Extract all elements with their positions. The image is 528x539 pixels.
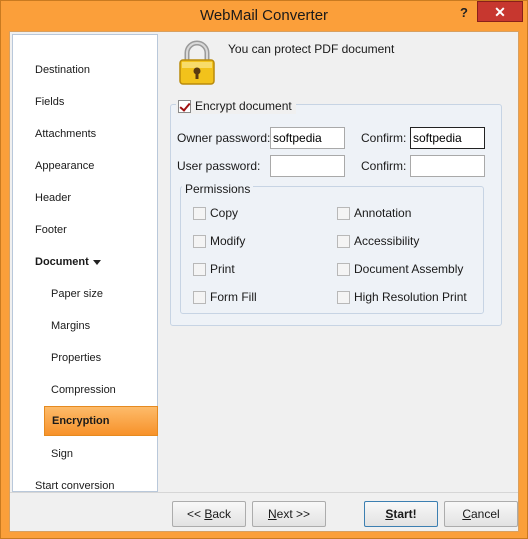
checkbox-icon bbox=[337, 206, 350, 220]
user-confirm-label: Confirm: bbox=[361, 159, 407, 173]
encrypt-document-checkbox[interactable]: Encrypt document bbox=[176, 98, 296, 114]
start-button[interactable]: Start! bbox=[364, 501, 438, 527]
start-button-label: tart! bbox=[393, 507, 417, 521]
user-confirm-input[interactable] bbox=[410, 155, 485, 177]
checkbox-icon bbox=[193, 234, 206, 248]
cancel-button-label: ancel bbox=[470, 507, 500, 521]
help-button[interactable]: ? bbox=[455, 3, 473, 23]
permissions-title: Permissions bbox=[182, 182, 254, 196]
permission-label: Annotation bbox=[354, 206, 412, 220]
permission-form-fill[interactable]: Form Fill bbox=[193, 290, 257, 304]
permission-label: Document Assembly bbox=[354, 262, 464, 276]
sidebar-item-margins[interactable]: Margins bbox=[51, 315, 90, 337]
lock-icon bbox=[179, 40, 215, 85]
sidebar-item-encryption[interactable]: Encryption bbox=[44, 406, 158, 436]
chevron-down-icon bbox=[92, 259, 101, 265]
back-button-label: ack bbox=[212, 507, 232, 521]
header-text: You can protect PDF document bbox=[228, 42, 395, 56]
app-window: WebMail Converter ? ✕ Destination Fields… bbox=[0, 0, 528, 539]
sidebar-item-document-label: Document bbox=[35, 256, 89, 268]
next-button-label: ext >> bbox=[276, 507, 311, 521]
sidebar-item-attachments[interactable]: Attachments bbox=[35, 123, 96, 145]
checkbox-icon bbox=[193, 206, 206, 220]
back-button-prefix: << bbox=[186, 507, 205, 521]
checkbox-icon bbox=[193, 262, 206, 276]
sidebar-item-footer[interactable]: Footer bbox=[35, 219, 67, 241]
back-button[interactable]: << Back bbox=[172, 501, 246, 527]
next-button[interactable]: Next >> bbox=[252, 501, 326, 527]
permission-high-resolution-print[interactable]: High Resolution Print bbox=[337, 290, 467, 304]
owner-confirm-input[interactable] bbox=[410, 127, 485, 149]
sidebar: Destination Fields Attachments Appearanc… bbox=[12, 34, 158, 492]
client-area: Destination Fields Attachments Appearanc… bbox=[9, 31, 519, 532]
permission-accessibility[interactable]: Accessibility bbox=[337, 234, 419, 248]
next-button-accelerator: N bbox=[267, 507, 277, 521]
permission-label: Copy bbox=[210, 206, 239, 220]
sidebar-item-fields[interactable]: Fields bbox=[35, 91, 64, 113]
cancel-button-accelerator: C bbox=[462, 507, 471, 521]
permission-label: Modify bbox=[210, 234, 246, 248]
permission-document-assembly[interactable]: Document Assembly bbox=[337, 262, 463, 276]
sidebar-item-paper-size[interactable]: Paper size bbox=[51, 283, 103, 305]
encrypt-document-label: Encrypt document bbox=[195, 99, 292, 113]
user-password-input[interactable] bbox=[270, 155, 345, 177]
checkbox-icon bbox=[193, 290, 206, 304]
checkbox-icon bbox=[337, 234, 350, 248]
permission-label: Print bbox=[210, 262, 235, 276]
permission-annotation[interactable]: Annotation bbox=[337, 206, 411, 220]
owner-password-input[interactable] bbox=[270, 127, 345, 149]
checkbox-icon bbox=[337, 262, 350, 276]
title-bar[interactable]: WebMail Converter ? ✕ bbox=[1, 1, 527, 31]
permission-label: Form Fill bbox=[210, 290, 257, 304]
user-password-label: User password: bbox=[177, 159, 261, 173]
sidebar-item-sign[interactable]: Sign bbox=[51, 443, 73, 465]
sidebar-item-destination[interactable]: Destination bbox=[35, 59, 90, 81]
checkbox-checked-icon bbox=[178, 99, 191, 113]
permission-print[interactable]: Print bbox=[193, 262, 235, 276]
owner-password-label: Owner password: bbox=[177, 131, 271, 145]
permission-modify[interactable]: Modify bbox=[193, 234, 245, 248]
permission-copy[interactable]: Copy bbox=[193, 206, 238, 220]
sidebar-item-properties[interactable]: Properties bbox=[51, 347, 101, 369]
permission-label: High Resolution Print bbox=[354, 290, 467, 304]
cancel-button[interactable]: Cancel bbox=[444, 501, 518, 527]
sidebar-item-appearance[interactable]: Appearance bbox=[35, 155, 94, 177]
close-button[interactable]: ✕ bbox=[477, 1, 523, 22]
content-panel: You can protect PDF document Encrypt doc… bbox=[160, 34, 518, 492]
sidebar-item-compression[interactable]: Compression bbox=[51, 379, 116, 401]
owner-confirm-label: Confirm: bbox=[361, 131, 407, 145]
window-title: WebMail Converter bbox=[199, 7, 329, 24]
button-bar: << Back Next >> Start! Cancel bbox=[10, 492, 518, 531]
sidebar-item-document[interactable]: Document bbox=[35, 251, 101, 273]
permission-label: Accessibility bbox=[354, 234, 420, 248]
checkbox-icon bbox=[337, 290, 350, 304]
sidebar-item-header[interactable]: Header bbox=[35, 187, 71, 209]
